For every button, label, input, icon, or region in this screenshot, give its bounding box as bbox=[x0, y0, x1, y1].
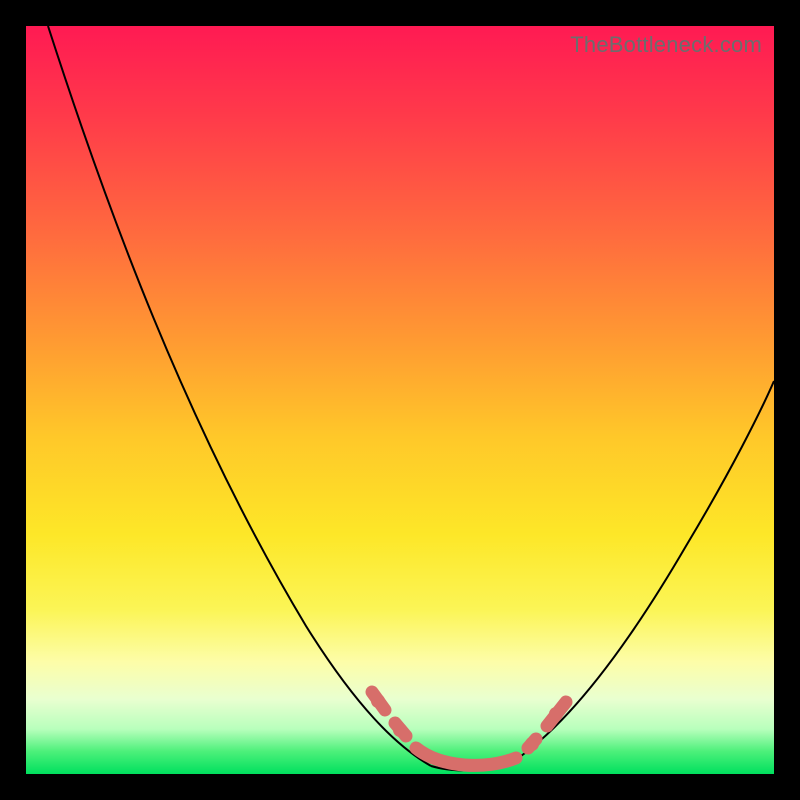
bead-dot bbox=[393, 723, 407, 737]
bead-dot bbox=[549, 707, 563, 721]
curve-right bbox=[506, 381, 774, 766]
chart-frame: TheBottleneck.com bbox=[0, 0, 800, 800]
highlight-valley bbox=[416, 748, 516, 765]
curve-left bbox=[48, 26, 431, 766]
bead-dot bbox=[371, 694, 385, 708]
chart-svg bbox=[26, 26, 774, 774]
plot-area: TheBottleneck.com bbox=[26, 26, 774, 774]
bead-dot bbox=[525, 737, 539, 751]
